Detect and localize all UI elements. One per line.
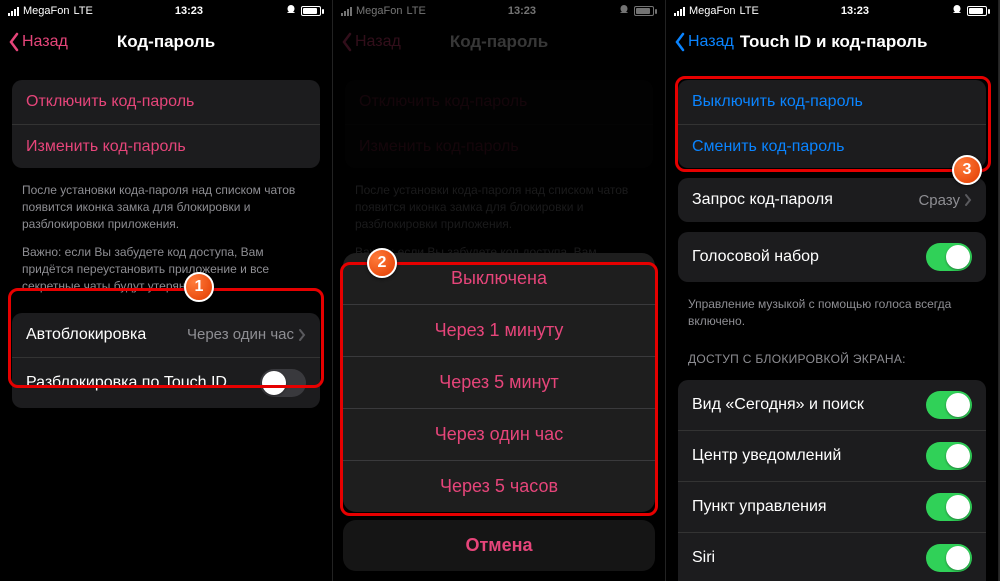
back-button[interactable]: Назад	[674, 32, 734, 52]
back-label: Назад	[22, 33, 68, 51]
back-label: Назад	[688, 33, 734, 51]
autolock-action-sheet: Выключена Через 1 минуту Через 5 минут Ч…	[343, 253, 655, 571]
autolock-row[interactable]: Автоблокировка Через один час	[12, 313, 320, 357]
carrier-label: MegaFon	[689, 5, 735, 17]
do-not-disturb-icon	[951, 4, 963, 19]
passcode-actions-group: Отключить код-пароль Изменить код-пароль	[12, 80, 320, 168]
disable-passcode-row[interactable]: Выключить код-пароль	[678, 80, 986, 124]
disable-passcode-row[interactable]: Отключить код-пароль	[12, 80, 320, 124]
network-label: LTE	[73, 5, 92, 17]
autolock-option-1min[interactable]: Через 1 минуту	[343, 304, 655, 356]
page-title: Touch ID и код-пароль	[740, 32, 928, 52]
change-passcode-row[interactable]: Изменить код-пароль	[12, 124, 320, 168]
siri-row[interactable]: Siri	[678, 532, 986, 581]
today-view-row[interactable]: Вид «Сегодня» и поиск	[678, 380, 986, 430]
passcode-actions-group: Выключить код-пароль Сменить код-пароль	[678, 80, 986, 168]
voice-dial-group: Голосовой набор	[678, 232, 986, 282]
screen-ios-touchid-passcode: MegaFon LTE 13:23 Назад Touch ID и код-п…	[666, 0, 999, 581]
voice-dial-note: Управление музыкой с помощью голоса всег…	[666, 292, 998, 338]
autolock-option-5min[interactable]: Через 5 минут	[343, 356, 655, 408]
change-passcode-label: Сменить код-пароль	[692, 138, 844, 156]
control-center-toggle[interactable]	[926, 493, 972, 521]
change-passcode-label: Изменить код-пароль	[26, 138, 186, 156]
require-passcode-label: Запрос код-пароля	[692, 191, 833, 209]
battery-icon	[967, 6, 990, 16]
voice-dial-label: Голосовой набор	[692, 248, 819, 266]
siri-toggle[interactable]	[926, 544, 972, 572]
chevron-left-icon	[674, 32, 686, 52]
voice-dial-toggle[interactable]	[926, 243, 972, 271]
screen-telegram-passcode: MegaFon LTE 13:23 Назад Код-пароль Отклю…	[0, 0, 333, 581]
today-view-toggle[interactable]	[926, 391, 972, 419]
chevron-right-icon	[964, 193, 972, 207]
chevron-left-icon	[8, 32, 20, 52]
clock: 13:23	[841, 5, 869, 17]
clock: 13:23	[175, 5, 203, 17]
screen-autolock-sheet: MegaFon LTE 13:23 Назад Код-пароль Отклю…	[333, 0, 666, 581]
require-passcode-row[interactable]: Запрос код-пароля Сразу	[678, 178, 986, 222]
battery-icon	[301, 6, 324, 16]
notification-center-toggle[interactable]	[926, 442, 972, 470]
change-passcode-row[interactable]: Сменить код-пароль	[678, 124, 986, 168]
voice-dial-row[interactable]: Голосовой набор	[678, 232, 986, 282]
sheet-cancel-button[interactable]: Отмена	[343, 520, 655, 571]
lockscreen-access-header: ДОСТУП С БЛОКИРОВКОЙ ЭКРАНА:	[666, 338, 998, 370]
autolock-option-off[interactable]: Выключена	[343, 253, 655, 304]
nav-bar: Назад Touch ID и код-пароль	[666, 20, 998, 64]
nav-bar: Назад Код-пароль	[0, 20, 332, 64]
content: Выключить код-пароль Сменить код-пароль …	[666, 64, 998, 581]
signal-icon	[8, 7, 19, 16]
autolock-value: Через один час	[187, 326, 306, 343]
touch-id-label: Разблокировка по Touch ID	[26, 374, 227, 392]
carrier-label: MegaFon	[23, 5, 69, 17]
control-center-row[interactable]: Пункт управления	[678, 481, 986, 532]
autolock-option-1h[interactable]: Через один час	[343, 408, 655, 460]
require-passcode-group: Запрос код-пароля Сразу	[678, 178, 986, 222]
signal-icon	[674, 7, 685, 16]
back-button[interactable]: Назад	[8, 32, 68, 52]
disable-passcode-label: Выключить код-пароль	[692, 93, 863, 111]
touch-id-toggle[interactable]	[260, 369, 306, 397]
sheet-options: Выключена Через 1 минуту Через 5 минут Ч…	[343, 253, 655, 512]
content: Отключить код-пароль Изменить код-пароль…	[0, 64, 332, 408]
require-passcode-value: Сразу	[918, 192, 972, 209]
notification-center-row[interactable]: Центр уведомлений	[678, 430, 986, 481]
passcode-note-2: Важно: если Вы забудете код доступа, Вам…	[0, 240, 332, 302]
autolock-option-5h[interactable]: Через 5 часов	[343, 460, 655, 512]
network-label: LTE	[739, 5, 758, 17]
do-not-disturb-icon	[285, 4, 297, 19]
status-bar: MegaFon LTE 13:23	[666, 0, 998, 20]
disable-passcode-label: Отключить код-пароль	[26, 93, 194, 111]
passcode-note-1: После установки кода-пароля над списком …	[0, 178, 332, 240]
lockscreen-access-group: Вид «Сегодня» и поиск Центр уведомлений …	[678, 380, 986, 581]
chevron-right-icon	[298, 328, 306, 342]
touch-id-row[interactable]: Разблокировка по Touch ID	[12, 357, 320, 408]
autolock-label: Автоблокировка	[26, 326, 146, 344]
status-bar: MegaFon LTE 13:23	[0, 0, 332, 20]
autolock-group: Автоблокировка Через один час Разблокиро…	[12, 313, 320, 408]
